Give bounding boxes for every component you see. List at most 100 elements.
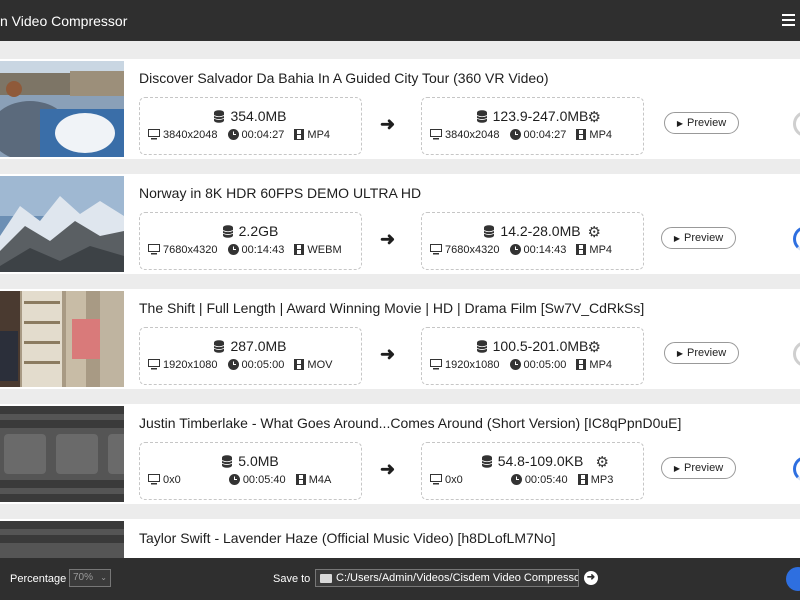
gear-icon[interactable]: ⚙ [588, 223, 601, 241]
output-size: 100.5-201.0MB [492, 338, 589, 354]
monitor-icon [148, 129, 160, 140]
source-duration: 00:04:27 [241, 129, 285, 141]
source-info-box: 354.0MB 3840x2048 00:04:27 MP4 [139, 97, 362, 155]
source-resolution: 7680x4320 [163, 244, 218, 256]
output-size: 14.2-28.0MB [500, 223, 581, 239]
output-resolution: 7680x4320 [445, 244, 500, 256]
percentage-value: 70% [73, 572, 94, 583]
menu-icon[interactable] [782, 11, 796, 29]
film-icon [576, 244, 587, 255]
progress-ring-icon [793, 341, 800, 367]
preview-button[interactable]: ▶ Preview [661, 457, 736, 479]
monitor-icon [430, 244, 442, 255]
source-format: M4A [308, 474, 332, 486]
output-duration: 00:14:43 [523, 244, 567, 256]
folder-icon [320, 574, 332, 583]
preview-label: Preview [684, 232, 724, 244]
output-info-box: 14.2-28.0MB ⚙ 7680x4320 00:14:43 MP4 [421, 212, 644, 270]
output-format: MP4 [589, 129, 613, 141]
video-title: Norway in 8K HDR 60FPS DEMO ULTRA HD [139, 185, 422, 201]
play-icon: ▶ [676, 119, 684, 128]
save-path-field[interactable]: C:/Users/Admin/Videos/Cisdem Video Compr… [315, 569, 579, 587]
source-resolution: 1920x1080 [163, 359, 218, 371]
video-thumbnail [0, 406, 124, 502]
output-info-box: 54.8-109.0KB ⚙ 0x0 00:05:40 MP3 [421, 442, 644, 500]
video-thumbnail [0, 291, 124, 387]
gear-icon[interactable]: ⚙ [596, 453, 609, 471]
video-thumbnail [0, 521, 124, 558]
film-icon [294, 129, 305, 140]
video-row: Discover Salvador Da Bahia In A Guided C… [0, 59, 800, 159]
clock-icon [227, 244, 239, 255]
source-info-box: 287.0MB 1920x1080 00:05:00 MOV [139, 327, 362, 385]
clock-icon [227, 129, 239, 140]
source-format: MP4 [307, 129, 331, 141]
preview-label: Preview [687, 117, 727, 129]
film-icon [294, 359, 305, 370]
source-size: 287.0MB [230, 338, 287, 354]
compress-button[interactable] [786, 567, 800, 591]
play-icon: ▶ [673, 464, 681, 473]
gear-icon[interactable]: ⚙ [588, 338, 601, 356]
preview-label: Preview [687, 347, 727, 359]
source-duration: 00:05:00 [241, 359, 285, 371]
progress-ring-icon [793, 111, 800, 137]
output-format: MP3 [590, 474, 614, 486]
preview-button[interactable]: ▶ Preview [664, 342, 739, 364]
chevron-down-icon: ⌄ [100, 573, 107, 582]
database-icon [214, 340, 225, 353]
source-format: WEBM [307, 244, 342, 256]
film-icon [294, 244, 305, 255]
source-format: MOV [307, 359, 333, 371]
output-size: 54.8-109.0KB [497, 453, 584, 469]
bottom-bar: Percentage 70% ⌄ Save to C:/Users/Admin/… [0, 558, 800, 600]
percentage-select[interactable]: 70% ⌄ [69, 569, 111, 587]
video-title: The Shift | Full Length | Award Winning … [139, 300, 645, 316]
monitor-icon [148, 244, 160, 255]
arrow-right-icon: ➜ [380, 114, 396, 134]
preview-button[interactable]: ▶ Preview [664, 112, 739, 134]
film-icon [576, 129, 587, 140]
database-icon [222, 225, 233, 238]
database-icon [476, 110, 487, 123]
output-info-box: 100.5-201.0MB ⚙ 1920x1080 00:05:00 MP4 [421, 327, 644, 385]
film-icon [295, 474, 306, 485]
arrow-right-icon: ➜ [380, 229, 396, 249]
percentage-label: Percentage [10, 573, 67, 585]
output-duration: 00:04:27 [523, 129, 567, 141]
output-format: MP4 [589, 244, 613, 256]
play-icon: ▶ [676, 349, 684, 358]
clock-icon [228, 474, 240, 485]
app-title: n Video Compressor [0, 13, 128, 29]
source-info-box: 5.0MB 0x0 00:05:40 M4A [139, 442, 362, 500]
output-size: 123.9-247.0MB [492, 108, 589, 124]
arrow-right-icon: ➜ [380, 459, 396, 479]
save-to-label: Save to [273, 573, 311, 585]
go-arrow-icon[interactable]: ➜ [584, 571, 598, 585]
database-icon [222, 455, 233, 468]
video-title: Taylor Swift - Lavender Haze (Official M… [139, 530, 556, 546]
monitor-icon [430, 129, 442, 140]
source-size: 2.2GB [238, 223, 279, 239]
video-row: Norway in 8K HDR 60FPS DEMO ULTRA HD 2.2… [0, 174, 800, 274]
source-duration: 00:14:43 [241, 244, 285, 256]
output-resolution: 0x0 [445, 474, 463, 486]
arrow-right-icon: ➜ [380, 344, 396, 364]
source-resolution: 3840x2048 [163, 129, 218, 141]
video-title: Justin Timberlake - What Goes Around...C… [139, 415, 682, 431]
gear-icon[interactable]: ⚙ [588, 108, 601, 126]
clock-icon [509, 129, 521, 140]
clock-icon [509, 244, 521, 255]
video-row: The Shift | Full Length | Award Winning … [0, 289, 800, 389]
video-list: Discover Salvador Da Bahia In A Guided C… [0, 41, 800, 558]
play-icon: ▶ [673, 234, 681, 243]
output-duration: 00:05:00 [523, 359, 567, 371]
monitor-icon [430, 474, 442, 485]
database-icon [476, 340, 487, 353]
database-icon [484, 225, 495, 238]
clock-icon [227, 359, 239, 370]
video-title: Discover Salvador Da Bahia In A Guided C… [139, 70, 549, 86]
preview-label: Preview [684, 462, 724, 474]
preview-button[interactable]: ▶ Preview [661, 227, 736, 249]
monitor-icon [148, 359, 160, 370]
